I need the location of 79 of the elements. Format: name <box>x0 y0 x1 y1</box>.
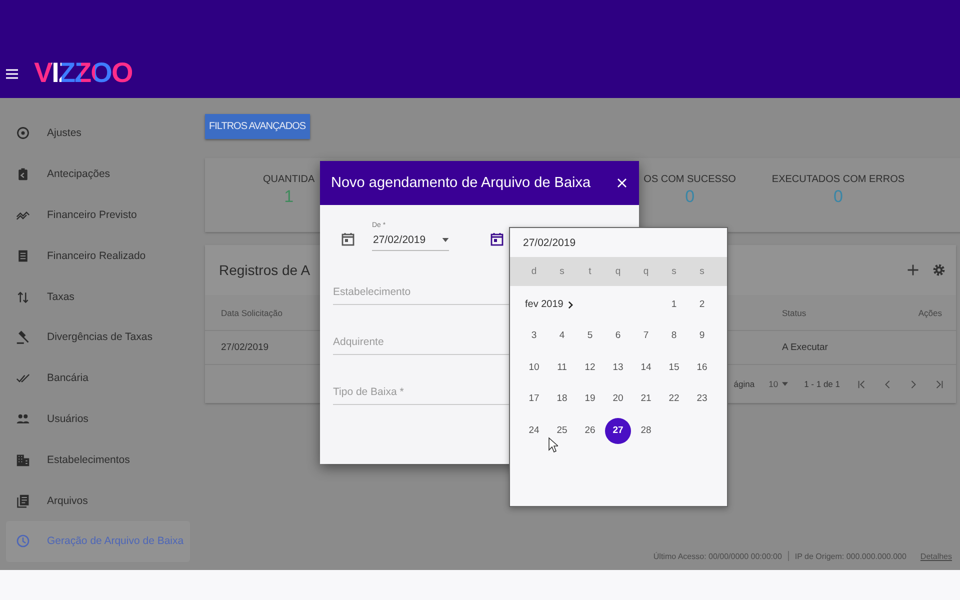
calendar-day[interactable]: 25 <box>549 418 575 444</box>
people-icon <box>16 412 30 426</box>
sidebar-item[interactable]: Usuários <box>6 398 190 440</box>
sidebar-item[interactable]: Financeiro Realizado <box>6 235 190 276</box>
sidebar-item[interactable]: Financeiro Previsto <box>6 194 190 236</box>
calendar-icon[interactable] <box>341 232 355 246</box>
documents-icon <box>16 494 30 508</box>
date-input[interactable]: 27/02/2019 <box>510 228 727 257</box>
caret-icon <box>442 238 449 242</box>
weekday-label: q <box>614 266 622 277</box>
calendar-day[interactable]: 13 <box>605 354 631 381</box>
card-title: Registros de A <box>219 262 310 278</box>
calendar-day[interactable]: 2 <box>689 292 715 318</box>
calendar-day[interactable]: 27 <box>605 418 631 444</box>
table-cell: 27/02/2019 <box>221 342 269 353</box>
calendar-day[interactable]: 14 <box>633 354 659 381</box>
sidebar-item[interactable]: Antecipações <box>6 154 190 195</box>
menu-icon[interactable] <box>6 69 18 79</box>
stat-label: EXECUTADOS COM ERROS <box>772 174 905 185</box>
advanced-filters-button[interactable]: FILTROS AVANÇADOS <box>205 114 310 139</box>
sidebar-item[interactable]: Ajustes <box>6 113 190 154</box>
mouse-pointer-icon <box>548 437 558 453</box>
calendar-icon[interactable] <box>490 232 504 246</box>
stat-value: 1 <box>284 187 294 207</box>
document-icon <box>16 248 30 263</box>
last-page-icon[interactable] <box>935 380 944 388</box>
target-icon <box>16 126 30 140</box>
calendar-day[interactable]: 15 <box>661 354 687 381</box>
up-down-arrows-icon <box>16 290 30 304</box>
last-access-text: Último Acesso: 00/00/0000 00:00:00 <box>653 552 782 560</box>
calendar-day[interactable]: 12 <box>577 354 603 381</box>
calendar-day[interactable]: 11 <box>549 354 575 381</box>
calendar-day[interactable]: 21 <box>633 386 659 412</box>
table-cell: A Executar <box>782 342 828 353</box>
weekday-label: q <box>642 266 650 277</box>
calendar-day[interactable]: 23 <box>689 386 715 412</box>
weekday-label: d <box>530 266 538 277</box>
sidebar-item[interactable]: Bancária <box>6 358 190 399</box>
sidebar-item[interactable]: Divergências de Taxas <box>6 316 190 358</box>
next-page-icon[interactable] <box>909 380 918 388</box>
sidebar-item[interactable]: Estabelecimentos <box>6 439 190 480</box>
first-page-icon[interactable] <box>857 380 866 388</box>
chevron-icon <box>568 300 574 309</box>
weekday-label: s <box>670 266 678 277</box>
stat-value: 0 <box>833 187 843 207</box>
calendar-day[interactable]: 22 <box>661 386 687 412</box>
weekday-label: s <box>558 266 566 277</box>
add-icon[interactable] <box>906 263 920 277</box>
stat-label: OS COM SUCESSO <box>644 174 736 185</box>
calendar-day[interactable]: 24 <box>521 418 547 444</box>
sidebar-item[interactable]: Taxas <box>6 276 190 317</box>
calendar-day[interactable]: 7 <box>633 323 659 350</box>
rows-per-page-label: ágina <box>734 379 755 389</box>
clock-icon <box>16 534 30 548</box>
calendar-day[interactable]: 16 <box>689 354 715 381</box>
sidebar-item[interactable]: Arquivos <box>6 480 190 521</box>
weekday-label: t <box>588 266 592 277</box>
close-icon[interactable] <box>617 178 627 188</box>
column-header: Data Solicitação <box>221 308 282 318</box>
building-icon <box>16 452 30 467</box>
calendar-day[interactable]: 9 <box>689 323 715 350</box>
calendar-day[interactable]: 10 <box>521 354 547 381</box>
stat-label: QUANTIDA <box>263 174 315 185</box>
calendar-day[interactable]: 26 <box>577 418 603 444</box>
clipboard-icon <box>16 167 30 182</box>
origin-ip-text: IP de Origem: 000.000.000.000 <box>794 552 906 560</box>
calendar-day[interactable]: 8 <box>661 323 687 350</box>
settings-icon[interactable] <box>932 263 946 277</box>
weekday-label: s <box>698 266 706 277</box>
previous-page-icon[interactable] <box>883 380 892 388</box>
column-header: Ações <box>918 308 942 318</box>
page-range: 1 - 1 de 1 <box>804 379 840 389</box>
dialog-title: Novo agendamento de Arquivo de Baixa <box>331 175 592 191</box>
stat-value: 0 <box>685 187 695 207</box>
calendar-day[interactable]: 1 <box>661 292 687 318</box>
caret-icon <box>782 382 788 386</box>
column-header: Status <box>782 308 806 318</box>
gavel-icon <box>16 330 30 344</box>
calendar-day[interactable]: 28 <box>633 418 659 444</box>
